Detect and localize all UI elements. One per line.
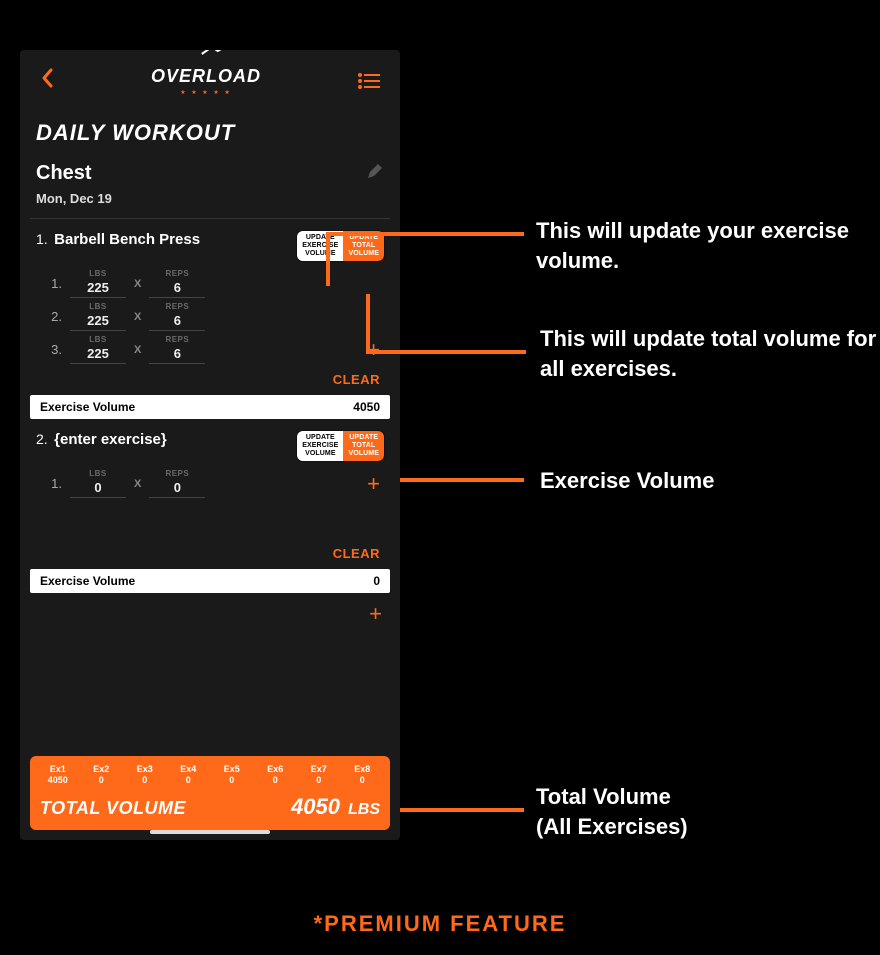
summary-col: Ex20: [84, 764, 120, 786]
exercise-summary-row: Ex14050 Ex20 Ex30 Ex40 Ex50 Ex60 Ex70 Ex…: [40, 764, 380, 786]
summary-col: Ex40: [171, 764, 207, 786]
weight-value[interactable]: 225: [70, 311, 126, 331]
total-volume-panel: Ex14050 Ex20 Ex30 Ex40 Ex50 Ex60 Ex70 Ex…: [30, 756, 390, 830]
phone-frame: OVERLOAD ★ ★ ★ ★ ★ DAILY WORKOUT Chest M…: [20, 50, 400, 840]
workout-date: Mon, Dec 19: [20, 187, 400, 218]
summary-col: Ex50: [214, 764, 250, 786]
exercise-volume-value: 0: [373, 574, 380, 588]
multiply-icon: X: [134, 478, 141, 490]
weight-field[interactable]: LBS 225: [70, 302, 126, 331]
body-part-label: Chest: [36, 162, 92, 185]
clear-button[interactable]: CLEAR: [333, 372, 380, 387]
annotation-text: Exercise Volume: [540, 466, 714, 496]
summary-col: Ex70: [301, 764, 337, 786]
body-part-row: Chest: [20, 152, 400, 187]
set-number: 2.: [40, 309, 62, 324]
exercise-number: 2.: [36, 431, 48, 447]
callout-line: [400, 808, 524, 812]
annotation-text: This will update total volume for all ex…: [540, 324, 880, 383]
add-set-button[interactable]: +: [367, 471, 380, 497]
exercise-volume-label: Exercise Volume: [40, 574, 135, 588]
premium-feature-label: *PREMIUM FEATURE: [0, 911, 880, 937]
lbs-label: LBS: [89, 335, 107, 344]
reps-label: REPS: [165, 302, 189, 311]
reps-value[interactable]: 6: [149, 278, 205, 298]
callout-line: [366, 350, 526, 354]
menu-list-button[interactable]: [358, 73, 380, 89]
weight-value[interactable]: 225: [70, 344, 126, 364]
lbs-label: LBS: [89, 269, 107, 278]
total-volume-label: TOTAL VOLUME: [40, 798, 186, 819]
reps-value[interactable]: 6: [149, 311, 205, 331]
annotation-text: This will update your exercise volume.: [536, 216, 880, 275]
summary-col: Ex30: [127, 764, 163, 786]
reps-field[interactable]: REPS 6: [149, 335, 205, 364]
weight-field[interactable]: LBS 225: [70, 269, 126, 298]
summary-col: Ex60: [258, 764, 294, 786]
callout-line: [326, 232, 330, 286]
reps-label: REPS: [165, 469, 189, 478]
update-exercise-volume-button[interactable]: UPDATE EXERCISE VOLUME: [297, 431, 343, 461]
multiply-icon: X: [134, 311, 141, 323]
exercise-volume-label: Exercise Volume: [40, 400, 135, 414]
page-title: DAILY WORKOUT: [36, 120, 384, 146]
edit-button[interactable]: [366, 162, 384, 185]
reps-label: REPS: [165, 335, 189, 344]
home-indicator: [150, 830, 270, 834]
clear-button[interactable]: CLEAR: [333, 546, 380, 561]
exercise-title[interactable]: 2. {enter exercise}: [36, 431, 167, 449]
set-row: 2. LBS 225 X REPS 6: [40, 300, 380, 333]
lbs-label: LBS: [89, 302, 107, 311]
add-exercise-button[interactable]: +: [369, 601, 382, 627]
reps-field[interactable]: REPS 6: [149, 302, 205, 331]
multiply-icon: X: [134, 278, 141, 290]
exercise-name: {enter exercise}: [54, 431, 167, 448]
set-number: 1.: [40, 476, 62, 491]
callout-line: [326, 232, 524, 236]
top-nav-bar: OVERLOAD ★ ★ ★ ★ ★: [20, 50, 400, 102]
total-volume-value: 4050: [291, 794, 340, 820]
multiply-icon: X: [134, 344, 141, 356]
total-volume-unit: LBS: [348, 801, 380, 819]
weight-field[interactable]: LBS 225: [70, 335, 126, 364]
set-number: 1.: [40, 276, 62, 291]
summary-col: Ex14050: [40, 764, 76, 786]
annotation-text: Total Volume (All Exercises): [536, 782, 688, 841]
sets-list: 1. LBS 225 X REPS 6 2. LBS 225 X: [30, 267, 390, 366]
exercise-card: 1. Barbell Bench Press UPDATE EXERCISE V…: [20, 219, 400, 419]
callout-line: [400, 478, 524, 482]
update-total-volume-button[interactable]: UPDATE TOTAL VOLUME: [343, 431, 384, 461]
reps-value[interactable]: 6: [149, 344, 205, 364]
logo-stars-icon: ★ ★ ★ ★ ★: [180, 89, 232, 96]
page-heading: DAILY WORKOUT: [20, 102, 400, 152]
app-logo: OVERLOAD ★ ★ ★ ★ ★: [151, 66, 261, 96]
back-button[interactable]: [40, 68, 54, 94]
reps-field[interactable]: REPS 0: [149, 469, 205, 498]
exercise-number: 1.: [36, 231, 48, 247]
lbs-label: LBS: [89, 469, 107, 478]
weight-field[interactable]: LBS 0: [70, 469, 126, 498]
callout-line: [366, 294, 370, 354]
exercise-name: Barbell Bench Press: [54, 231, 200, 248]
summary-col: Ex80: [345, 764, 381, 786]
arrow-up-icon: [200, 50, 234, 56]
weight-value[interactable]: 225: [70, 278, 126, 298]
volume-toggle: UPDATE EXERCISE VOLUME UPDATE TOTAL VOLU…: [297, 431, 384, 461]
set-row: 3. LBS 225 X REPS 6 +: [40, 333, 380, 366]
reps-label: REPS: [165, 269, 189, 278]
logo-text: OVERLOAD: [151, 66, 261, 87]
exercise-volume-bar: Exercise Volume 0: [30, 569, 390, 593]
set-row: 1. LBS 0 X REPS 0 +: [40, 467, 380, 500]
reps-value[interactable]: 0: [149, 478, 205, 498]
exercise-volume-bar: Exercise Volume 4050: [30, 395, 390, 419]
exercise-title[interactable]: 1. Barbell Bench Press: [36, 231, 200, 249]
reps-field[interactable]: REPS 6: [149, 269, 205, 298]
exercise-volume-value: 4050: [353, 400, 380, 414]
weight-value[interactable]: 0: [70, 478, 126, 498]
sets-list: 1. LBS 0 X REPS 0 +: [30, 467, 390, 500]
set-number: 3.: [40, 342, 62, 357]
exercise-card: 2. {enter exercise} UPDATE EXERCISE VOLU…: [20, 419, 400, 593]
